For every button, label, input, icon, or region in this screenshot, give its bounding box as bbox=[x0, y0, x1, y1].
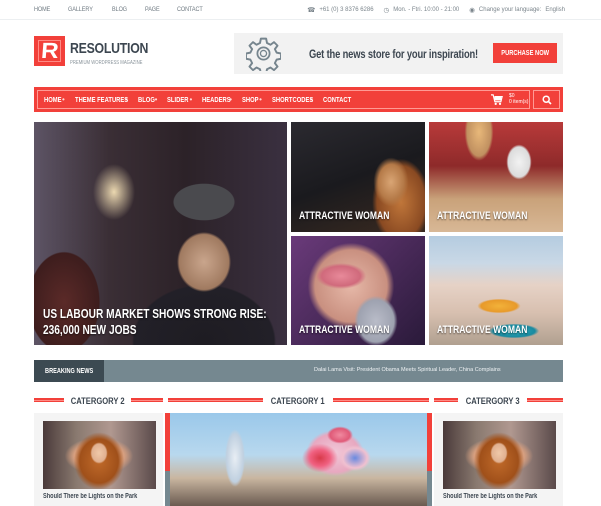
accent-bar-left bbox=[165, 413, 170, 471]
breaking-news-bar: BREAKING NEWS Dalai Lama Visit: Presiden… bbox=[34, 360, 563, 382]
promo-banner: Get the news store for your inspiration!… bbox=[234, 33, 563, 74]
header-rule bbox=[34, 398, 64, 402]
featured-tile[interactable]: ATTRACTIVE WOMAN bbox=[291, 122, 425, 232]
nav-blog[interactable]: BLOG bbox=[138, 95, 155, 104]
category-2-header: CATERGORY 2 bbox=[34, 393, 163, 407]
header-rule bbox=[168, 398, 263, 402]
featured-tile[interactable]: ATTRACTIVE WOMAN bbox=[429, 122, 563, 232]
language-selector[interactable]: English bbox=[545, 7, 565, 13]
breaking-news-label-text: BREAKING NEWS bbox=[44, 367, 94, 375]
search-icon bbox=[541, 94, 552, 105]
top-nav-gallery[interactable]: GALLERY bbox=[68, 6, 93, 13]
top-nav-page[interactable]: PAGE bbox=[145, 6, 160, 13]
top-bar: HOME GALLERY BLOG PAGE CONTACT ☎ +61 (0)… bbox=[0, 0, 601, 20]
logo-title[interactable]: RESOLUTION bbox=[70, 40, 148, 57]
category-2-title-wrap: CATERGORY 2 bbox=[64, 391, 131, 409]
category-1-post bbox=[165, 413, 432, 506]
nav-shortcodes[interactable]: SHORTCODES bbox=[272, 95, 313, 104]
nav-headers[interactable]: HEADERS bbox=[202, 95, 231, 104]
header-rule bbox=[527, 398, 563, 402]
featured-main-caption-line2: 236,000 NEW JOBS bbox=[43, 322, 137, 337]
cart-item-count: 0 item(s) bbox=[509, 99, 529, 105]
breaking-news-headline[interactable]: Dalai Lama Visit: President Obama Meets … bbox=[314, 367, 501, 373]
breaking-news-label: BREAKING NEWS bbox=[34, 360, 104, 382]
globe-icon: ◉ bbox=[469, 7, 475, 14]
header-rule bbox=[333, 398, 429, 402]
nav-theme-features[interactable]: THEME FEATURES bbox=[75, 95, 128, 104]
featured-grid: US LABOUR MARKET SHOWS STRONG RISE: 236,… bbox=[34, 122, 563, 345]
header-rule bbox=[434, 398, 458, 402]
post-title[interactable]: Should There be Lights on the Park bbox=[43, 493, 137, 500]
header-rule bbox=[131, 398, 163, 402]
purchase-now-label: PURCHASE NOW bbox=[501, 49, 549, 57]
opening-hours: Mon. - Ftri. 10:00 - 21:00 bbox=[393, 7, 460, 13]
category-3-header: CATERGORY 3 bbox=[434, 393, 563, 407]
featured-tile[interactable]: ATTRACTIVE WOMAN bbox=[291, 236, 425, 345]
cart-icon bbox=[491, 94, 503, 105]
post-thumbnail[interactable] bbox=[443, 421, 556, 489]
nav-slider[interactable]: SLIDER bbox=[167, 95, 188, 104]
post-thumbnail[interactable] bbox=[43, 421, 156, 489]
post-title[interactable]: Should There be Lights on the Park bbox=[443, 493, 537, 500]
nav-contact[interactable]: CONTACT bbox=[323, 95, 351, 104]
featured-main-caption-line1: US LABOUR MARKET SHOWS STRONG RISE: bbox=[43, 306, 267, 321]
top-nav-contact[interactable]: CONTACT bbox=[177, 6, 203, 13]
phone-icon: ☎ bbox=[307, 7, 316, 14]
category-1-title-wrap: CATERGORY 1 bbox=[263, 391, 333, 409]
top-nav: HOME GALLERY BLOG PAGE CONTACT bbox=[34, 6, 222, 13]
phone-number: +61 (0) 3 8376 6286 bbox=[319, 7, 374, 13]
featured-tile-caption: ATTRACTIVE WOMAN bbox=[437, 324, 528, 336]
logo-mark[interactable]: R bbox=[34, 36, 65, 66]
banner-text: Get the news store for your inspiration! bbox=[309, 47, 479, 61]
category-3-title[interactable]: CATERGORY 3 bbox=[466, 396, 520, 407]
main-nav-items: HOME • THEME FEATURES • BLOG • SLIDER • … bbox=[44, 87, 351, 112]
cart-button[interactable]: $0 0 item(s) bbox=[491, 93, 528, 106]
category-2-title[interactable]: CATERGORY 2 bbox=[71, 396, 125, 407]
search-button[interactable] bbox=[533, 90, 560, 109]
category-3-title-wrap: CATERGORY 3 bbox=[458, 391, 527, 409]
hours-info: ◷ Mon. - Ftri. 10:00 - 21:00 bbox=[384, 6, 460, 14]
featured-tile-caption: ATTRACTIVE WOMAN bbox=[299, 324, 390, 336]
nav-shop[interactable]: SHOP bbox=[242, 95, 259, 104]
top-info: ☎ +61 (0) 3 8376 6286 ◷ Mon. - Ftri. 10:… bbox=[297, 6, 565, 14]
logo-tagline: PREMIUM WORDPRESS MAGAZINE bbox=[70, 60, 143, 66]
cart-summary: $0 0 item(s) bbox=[509, 93, 528, 105]
logo-mark-inner: R bbox=[38, 38, 61, 63]
featured-main-story[interactable]: US LABOUR MARKET SHOWS STRONG RISE: 236,… bbox=[34, 122, 287, 345]
purchase-now-button[interactable]: PURCHASE NOW bbox=[493, 43, 557, 63]
accent-bar-right bbox=[427, 413, 432, 471]
featured-tile-caption: ATTRACTIVE WOMAN bbox=[299, 210, 390, 222]
featured-tile-caption: ATTRACTIVE WOMAN bbox=[437, 210, 528, 222]
gear-icon bbox=[246, 37, 281, 71]
top-nav-blog[interactable]: BLOG bbox=[112, 6, 127, 13]
logo-letter: R bbox=[39, 38, 60, 63]
category-1-title[interactable]: CATERGORY 1 bbox=[271, 396, 325, 407]
nav-separator: • bbox=[189, 95, 193, 104]
main-nav: HOME • THEME FEATURES • BLOG • SLIDER • … bbox=[34, 87, 563, 112]
nav-separator: • bbox=[62, 95, 65, 104]
category-3-post: Should There be Lights on the Park bbox=[434, 413, 563, 506]
nav-home[interactable]: HOME bbox=[44, 95, 62, 104]
category-2-post: Should There be Lights on the Park bbox=[34, 413, 163, 506]
featured-main-caption: US LABOUR MARKET SHOWS STRONG RISE: 236,… bbox=[43, 306, 267, 338]
top-nav-home[interactable]: HOME bbox=[34, 6, 50, 13]
nav-separator: • bbox=[259, 95, 262, 104]
phone-info: ☎ +61 (0) 3 8376 6286 bbox=[307, 6, 373, 14]
featured-tile[interactable]: ATTRACTIVE WOMAN bbox=[429, 236, 563, 345]
clock-icon: ◷ bbox=[383, 7, 390, 14]
language-info: ◉ Change your language: English bbox=[469, 6, 565, 14]
language-label: Change your language: bbox=[478, 7, 542, 13]
post-image[interactable] bbox=[170, 413, 427, 506]
category-1-header: CATERGORY 1 bbox=[168, 393, 429, 407]
